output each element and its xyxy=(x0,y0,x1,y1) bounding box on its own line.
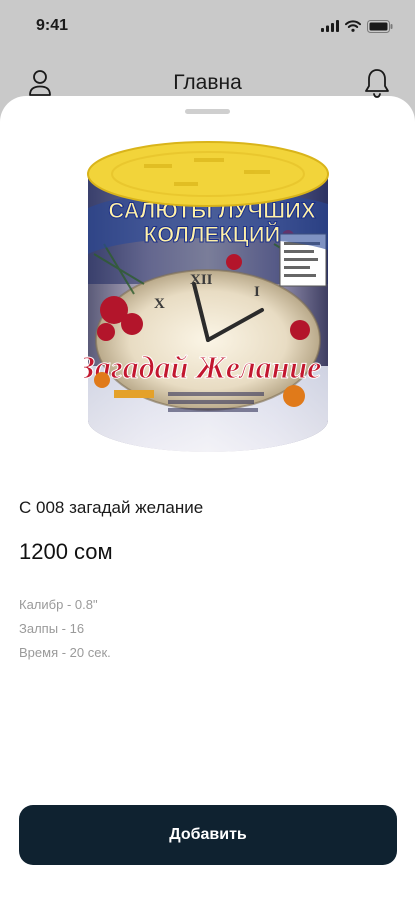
svg-text:I: I xyxy=(254,284,260,300)
battery-icon xyxy=(367,19,393,33)
user-icon xyxy=(29,70,51,96)
product-price: 1200 сом xyxy=(19,539,113,564)
spec-caliber: Калибр - 0.8" xyxy=(19,597,98,612)
page-title: Главна xyxy=(173,71,242,94)
image-script-text: Загадай Желание xyxy=(84,349,321,385)
product-name: С 008 загадай желание xyxy=(19,498,204,517)
notifications-button[interactable] xyxy=(361,67,393,99)
svg-text:XII: XII xyxy=(190,272,213,288)
product-image: X XII I САЛЮТЫ ЛУЧШИХ КОЛЛЕКЦИЙ Загадай … xyxy=(84,141,329,452)
bell-icon xyxy=(365,69,389,98)
add-button[interactable]: Добавить xyxy=(19,805,397,865)
status-icons xyxy=(321,19,393,33)
status-bar: 9:41 xyxy=(0,0,415,52)
status-time: 9:41 xyxy=(36,17,69,34)
profile-button[interactable] xyxy=(24,67,56,99)
image-label-line2: КОЛЛЕКЦИЙ xyxy=(144,222,281,247)
spec-time: Время - 20 сек. xyxy=(19,645,111,660)
signal-icon xyxy=(321,20,339,32)
spec-shots: Залпы - 16 xyxy=(19,621,85,636)
svg-text:X: X xyxy=(154,296,165,312)
sheet-handle[interactable] xyxy=(185,109,230,114)
product-sheet: X XII I САЛЮТЫ ЛУЧШИХ КОЛЛЕКЦИЙ Загадай … xyxy=(0,96,415,900)
wifi-icon xyxy=(345,20,361,32)
